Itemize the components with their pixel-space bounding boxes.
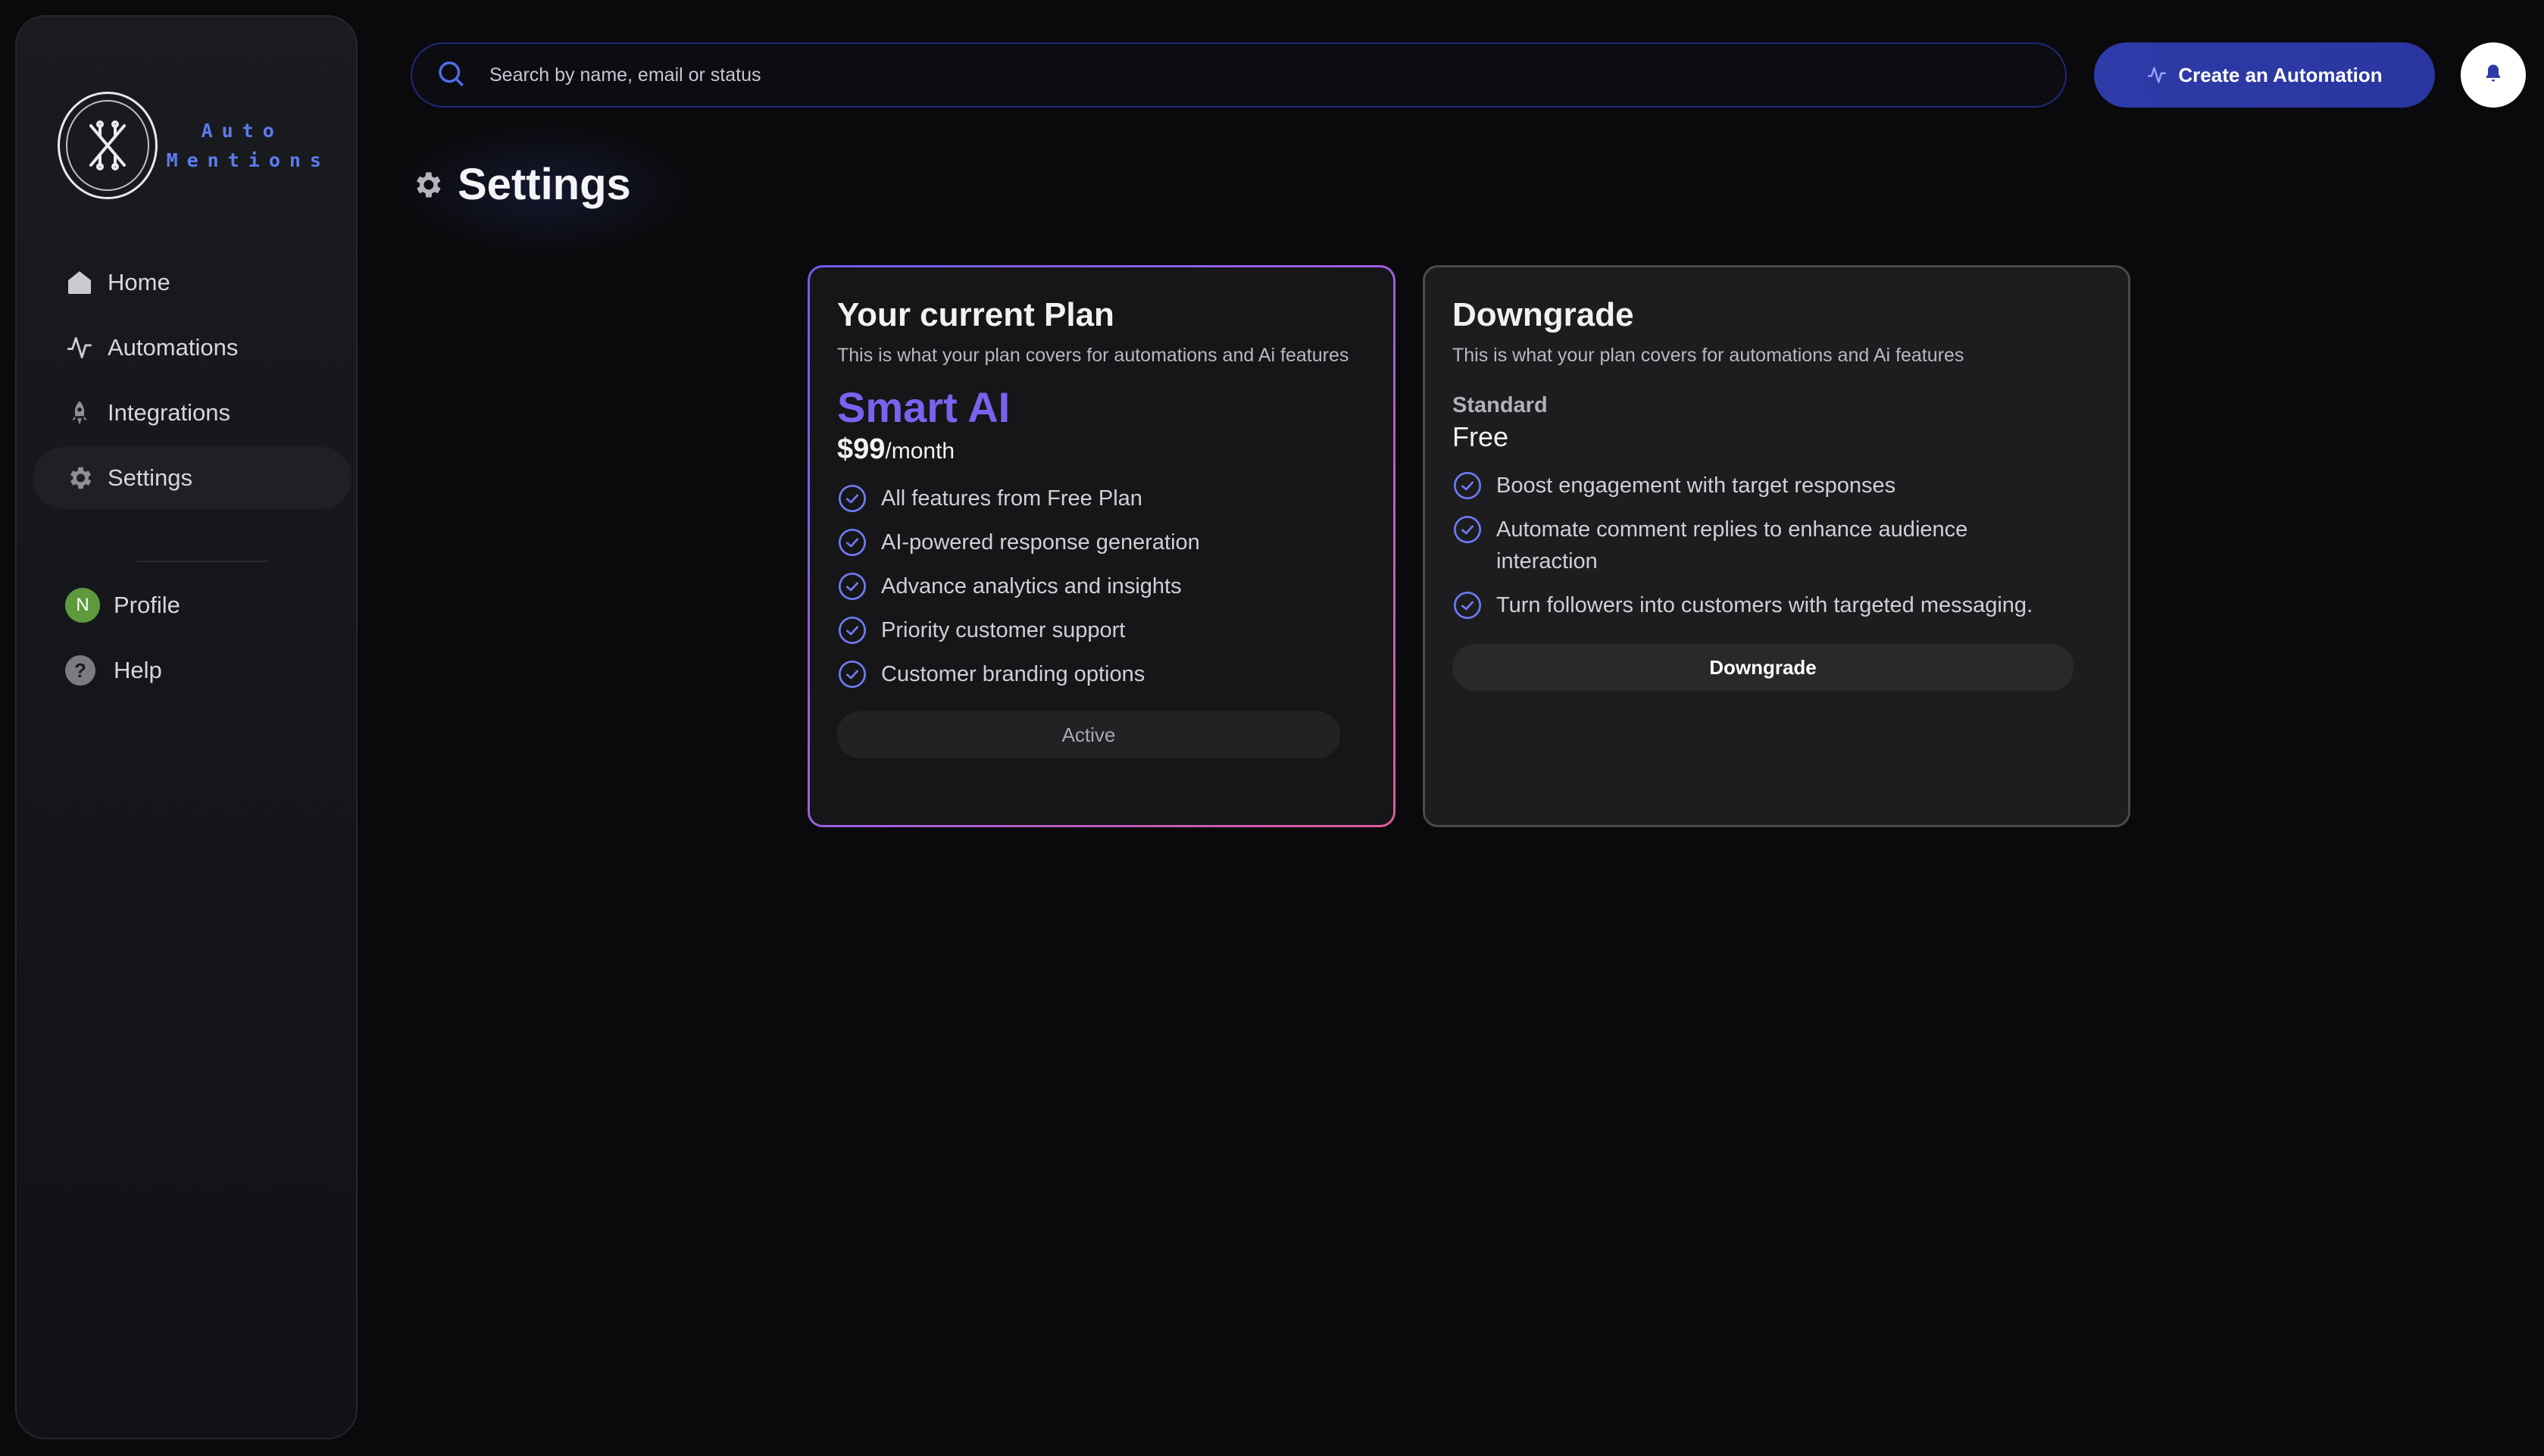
sidebar-item-label: Automations <box>108 334 239 361</box>
feature-text: Customer branding options <box>881 662 1145 686</box>
feature-text: Automate comment replies to enhance audi… <box>1496 517 1968 573</box>
plan-price: $99/month <box>837 433 1366 466</box>
create-automation-label: Create an Automation <box>2178 63 2383 86</box>
check-circle-icon <box>837 571 867 601</box>
create-automation-button[interactable]: Create an Automation <box>2094 42 2435 108</box>
downgrade-button[interactable]: Downgrade <box>1452 644 2074 691</box>
gear-icon <box>65 464 94 492</box>
sidebar-item-profile[interactable]: N Profile <box>33 574 352 636</box>
downgrade-plan-card: Downgrade This is what your plan covers … <box>1423 265 2130 827</box>
list-item: Customer branding options <box>837 658 1366 690</box>
rocket-icon <box>65 398 94 427</box>
check-circle-icon <box>1452 514 1483 545</box>
search-icon <box>435 58 467 93</box>
card-title: Downgrade <box>1452 296 1634 333</box>
sidebar-item-label: Integrations <box>108 399 230 426</box>
feature-text: AI-powered response generation <box>881 530 1200 555</box>
sidebar-item-settings[interactable]: Settings <box>33 447 352 509</box>
sidebar-item-automations[interactable]: Automations <box>33 317 352 379</box>
sidebar-secondary-nav: N Profile ? Help <box>33 574 352 705</box>
sidebar-item-help[interactable]: ? Help <box>33 639 352 701</box>
avatar: N <box>65 588 100 623</box>
check-circle-icon <box>837 483 867 514</box>
list-item: Advance analytics and insights <box>837 570 1366 602</box>
check-circle-icon <box>837 659 867 689</box>
logo-mark-icon <box>58 92 158 199</box>
tier-name: Standard <box>1452 393 1548 417</box>
notifications-button[interactable] <box>2461 42 2526 108</box>
activity-icon <box>2146 64 2167 86</box>
check-circle-icon <box>1452 590 1483 620</box>
sidebar-item-home[interactable]: Home <box>33 252 352 314</box>
feature-text: All features from Free Plan <box>881 486 1142 511</box>
sidebar-item-label: Home <box>108 269 170 295</box>
sidebar-item-label: Settings <box>108 464 193 491</box>
search-bar[interactable] <box>411 42 2067 108</box>
feature-text: Priority customer support <box>881 618 1126 642</box>
list-item: Boost engagement with target responses <box>1452 470 2101 501</box>
active-plan-button[interactable]: Active <box>837 711 1340 758</box>
card-title: Your current Plan <box>837 296 1114 333</box>
price-amount: $99 <box>837 433 886 465</box>
gear-icon <box>411 168 444 202</box>
list-item: AI-powered response generation <box>837 526 1366 558</box>
brand-wordmark: Auto Mentions <box>167 120 330 171</box>
list-item: Turn followers into customers with targe… <box>1452 589 2101 621</box>
sidebar-nav: Home Automations Integrations Settings <box>33 252 352 512</box>
activity-icon <box>65 333 94 362</box>
brand-line1: Auto <box>201 120 283 142</box>
tier-price: Free <box>1452 421 1509 452</box>
feature-text: Advance analytics and insights <box>881 574 1182 598</box>
feature-list: All features from Free Plan AI-powered r… <box>837 483 1366 690</box>
plan-name: Smart AI <box>837 383 1011 431</box>
feature-text: Boost engagement with target responses <box>1496 473 1896 498</box>
page-title: Settings <box>411 159 631 210</box>
list-item: All features from Free Plan <box>837 483 1366 514</box>
sidebar: Auto Mentions Home Automations Integrati… <box>15 15 358 1439</box>
price-period: /month <box>885 439 955 464</box>
brand-logo[interactable]: Auto Mentions <box>58 86 330 205</box>
check-circle-icon <box>837 527 867 558</box>
page-title-text: Settings <box>458 160 631 209</box>
bell-icon <box>2483 63 2504 88</box>
card-subtitle: This is what your plan covers for automa… <box>1452 345 1964 366</box>
sidebar-item-label: Profile <box>114 592 180 618</box>
current-plan-card: Your current Plan This is what your plan… <box>808 265 1395 827</box>
check-circle-icon <box>837 615 867 645</box>
list-item: Automate comment replies to enhance audi… <box>1452 514 2101 577</box>
sidebar-item-integrations[interactable]: Integrations <box>33 382 352 444</box>
sidebar-divider <box>136 561 268 562</box>
app-root: Auto Mentions Home Automations Integrati… <box>0 0 2544 1456</box>
search-input[interactable] <box>489 64 1929 86</box>
brand-line2: Mentions <box>166 149 330 171</box>
check-circle-icon <box>1452 470 1483 501</box>
feature-text: Turn followers into customers with targe… <box>1496 593 2033 617</box>
list-item: Priority customer support <box>837 614 1366 646</box>
card-subtitle: This is what your plan covers for automa… <box>837 345 1349 366</box>
help-icon: ? <box>65 655 95 686</box>
sidebar-item-label: Help <box>114 657 162 683</box>
home-icon <box>65 268 94 297</box>
feature-list: Boost engagement with target responses A… <box>1452 470 2101 621</box>
